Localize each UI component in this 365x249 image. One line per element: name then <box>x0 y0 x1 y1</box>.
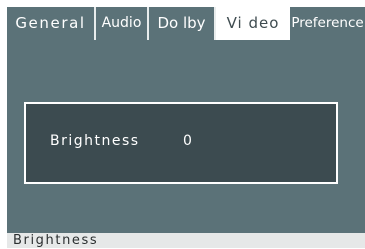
tab-preference[interactable]: Preference <box>290 7 365 40</box>
tab-audio[interactable]: Audio <box>96 7 149 40</box>
setting-value-box[interactable]: Brightness 0 <box>24 102 338 184</box>
tab-bar: General Audio Do lby Vi deo Preference <box>7 7 365 40</box>
video-setup-screen: General Audio Do lby Vi deo Preference B… <box>7 7 365 248</box>
setting-label: Brightness <box>50 133 140 149</box>
tab-general[interactable]: General <box>7 7 96 40</box>
settings-panel: Brightness 0 <box>7 40 365 237</box>
setting-value: 0 <box>183 133 192 149</box>
status-bar: Brightness <box>7 233 365 248</box>
tab-video[interactable]: Vi deo <box>216 7 290 40</box>
tab-dolby[interactable]: Do lby <box>149 7 216 40</box>
